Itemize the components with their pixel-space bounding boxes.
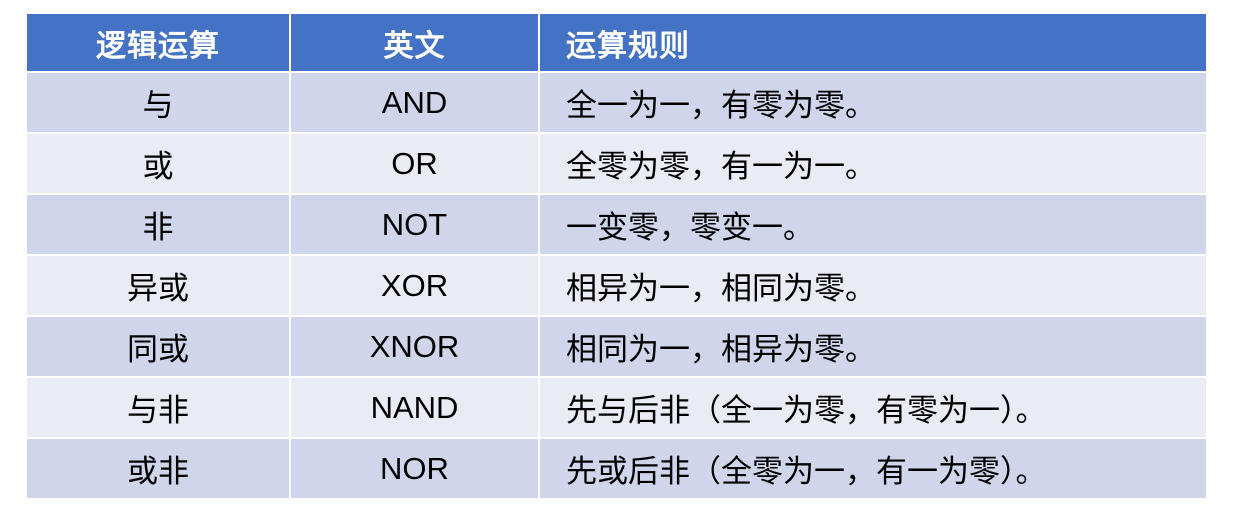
table-row: 同或 XNOR 相同为一，相异为零。 [27,317,1206,378]
table-row: 异或 XOR 相异为一，相同为零。 [27,256,1206,317]
table-row: 或 OR 全零为零，有一为一。 [27,134,1206,195]
cell-english: XOR [291,256,540,317]
table-row: 或非 NOR 先或后非（全零为一，有一为零）。 [27,439,1206,500]
header-english: 英文 [291,14,540,73]
table-row: 与 AND 全一为一，有零为零。 [27,73,1206,134]
cell-operation: 或 [27,134,291,195]
cell-rule: 先与后非（全一为零，有零为一）。 [540,378,1206,439]
cell-rule: 一变零，零变一。 [540,195,1206,256]
cell-rule: 全一为一，有零为零。 [540,73,1206,134]
cell-operation: 与 [27,73,291,134]
logic-operations-table: 逻辑运算 英文 运算规则 与 AND 全一为一，有零为零。 或 OR 全零为零，… [27,14,1206,500]
cell-operation: 或非 [27,439,291,500]
cell-english: OR [291,134,540,195]
header-logic-operation: 逻辑运算 [27,14,291,73]
cell-operation: 异或 [27,256,291,317]
cell-english: XNOR [291,317,540,378]
header-row: 逻辑运算 英文 运算规则 [27,14,1206,73]
cell-rule: 相同为一，相异为零。 [540,317,1206,378]
cell-rule: 先或后非（全零为一，有一为零）。 [540,439,1206,500]
table-body: 与 AND 全一为一，有零为零。 或 OR 全零为零，有一为一。 非 NOT 一… [27,73,1206,500]
cell-english: NAND [291,378,540,439]
logic-operations-table-container: 逻辑运算 英文 运算规则 与 AND 全一为一，有零为零。 或 OR 全零为零，… [27,14,1206,500]
cell-english: NOT [291,195,540,256]
cell-rule: 全零为零，有一为一。 [540,134,1206,195]
cell-operation: 与非 [27,378,291,439]
cell-english: AND [291,73,540,134]
cell-operation: 同或 [27,317,291,378]
cell-english: NOR [291,439,540,500]
cell-operation: 非 [27,195,291,256]
table-row: 与非 NAND 先与后非（全一为零，有零为一）。 [27,378,1206,439]
table-header: 逻辑运算 英文 运算规则 [27,14,1206,73]
header-rule: 运算规则 [540,14,1206,73]
cell-rule: 相异为一，相同为零。 [540,256,1206,317]
table-row: 非 NOT 一变零，零变一。 [27,195,1206,256]
